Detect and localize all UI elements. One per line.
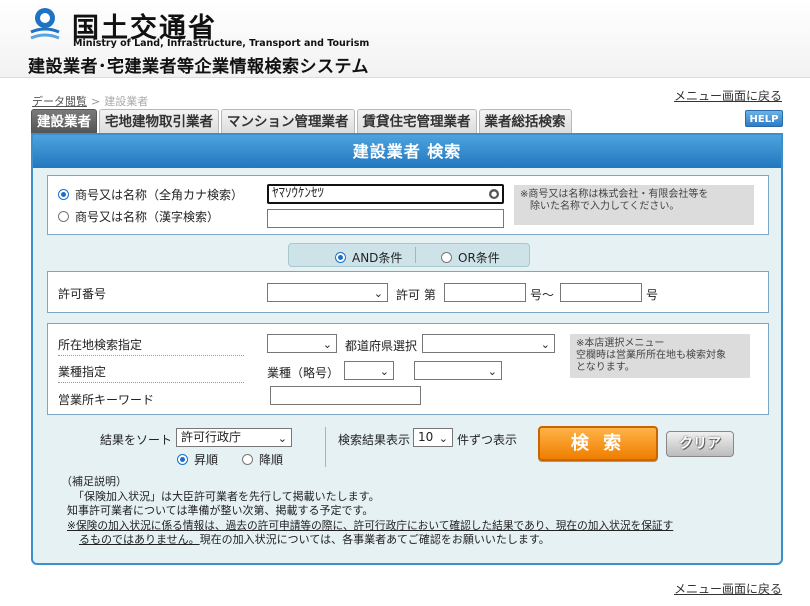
display-suffix: 件ずつ表示 bbox=[457, 433, 518, 447]
tab-rental-housing[interactable]: 賃貸住宅管理業者 bbox=[356, 109, 477, 133]
condition-divider bbox=[415, 247, 416, 263]
kana-name-value: ﾔﾏｿｳｹﾝｾﾂ bbox=[272, 186, 324, 201]
sort-label: 結果をソート bbox=[100, 433, 173, 447]
sort-desc-radio[interactable] bbox=[242, 454, 253, 465]
keyword-input[interactable] bbox=[270, 386, 421, 405]
tab-condo-management[interactable]: マンション管理業者 bbox=[221, 109, 355, 133]
license-authority-select[interactable]: ⌄ bbox=[267, 283, 388, 302]
sort-asc-radio[interactable] bbox=[177, 454, 188, 465]
license-middle: 号～ bbox=[530, 288, 555, 302]
kanji-option[interactable]: 商号又は名称（漢字検索） bbox=[58, 208, 219, 225]
license-from-input[interactable] bbox=[444, 283, 526, 302]
or-label: OR条件 bbox=[458, 251, 500, 265]
tab-real-estate[interactable]: 宅地建物取引業者 bbox=[99, 109, 219, 133]
kanji-option-label: 商号又は名称（漢字検索） bbox=[75, 210, 220, 224]
search-panel: 建設業者 検索 商号又は名称（全角カナ検索） 商号又は名称（漢字検索） ﾔﾏｿｳ… bbox=[31, 133, 783, 565]
prefecture-label: 都道府県選択 bbox=[345, 339, 418, 353]
site-header: 国土交通省 Ministry of Land, Infrastructure, … bbox=[0, 0, 810, 78]
supplementary-notes: （補足説明） 「保険加入状況」は大臣許可業者を先行して掲載いたします。 知事許可… bbox=[61, 475, 673, 548]
chevron-down-icon: ⌄ bbox=[322, 338, 332, 351]
license-prefix: 許可 第 bbox=[396, 288, 436, 302]
name-search-box: 商号又は名称（全角カナ検索） 商号又は名称（漢字検索） ﾔﾏｿｳｹﾝｾﾂ ● ※… bbox=[47, 175, 769, 235]
kana-name-input[interactable]: ﾔﾏｿｳｹﾝｾﾂ ● bbox=[267, 184, 504, 204]
sort-asc-label: 昇順 bbox=[194, 453, 219, 467]
location-divider bbox=[58, 355, 244, 356]
and-option[interactable]: AND条件 bbox=[335, 249, 402, 266]
clear-button[interactable]: クリア bbox=[666, 431, 734, 457]
notes-heading: （補足説明） bbox=[61, 475, 127, 488]
location-note-line3: となります。 bbox=[576, 362, 635, 373]
and-radio[interactable] bbox=[335, 252, 346, 263]
license-label: 許可番号 bbox=[58, 287, 107, 301]
display-count-value: 10 bbox=[418, 430, 434, 444]
chevron-down-icon: ⌄ bbox=[487, 365, 497, 378]
help-button[interactable]: HELP bbox=[745, 110, 783, 127]
location-industry-box: 所在地検索指定 ⌄ 都道府県選択 ⌄ ※本店選択メニュー 空欄時は営業所所在地も… bbox=[47, 323, 769, 415]
industry-abbr-select[interactable]: ⌄ bbox=[344, 361, 394, 380]
sort-select[interactable]: 許可行政庁 ⌄ bbox=[176, 428, 292, 447]
chevron-down-icon: ⌄ bbox=[438, 432, 448, 445]
prefecture-select[interactable]: ⌄ bbox=[422, 334, 555, 353]
tab-combined-search[interactable]: 業者総括検索 bbox=[478, 109, 572, 133]
industry-select[interactable]: ⌄ bbox=[414, 361, 502, 380]
breadcrumb-separator: > bbox=[91, 95, 101, 108]
kanji-name-input[interactable] bbox=[267, 209, 504, 228]
or-option[interactable]: OR条件 bbox=[441, 249, 500, 266]
breadcrumb: データ閲覧 > 建設業者 bbox=[32, 93, 148, 109]
location-note-line2: 空欄時は営業所所在地も検索対象 bbox=[576, 350, 726, 361]
menu-return-link-top[interactable]: メニュー画面に戻る bbox=[674, 87, 782, 104]
license-number-box: 許可番号 ⌄ 許可 第 号～ 号 bbox=[47, 271, 769, 313]
menu-return-link-bottom[interactable]: メニュー画面に戻る bbox=[674, 580, 782, 597]
kana-radio[interactable] bbox=[58, 189, 69, 200]
breadcrumb-current: 建設業者 bbox=[104, 95, 149, 108]
industry-divider bbox=[58, 382, 244, 383]
location-note-line1: ※本店選択メニュー bbox=[576, 338, 665, 349]
location-note: ※本店選択メニュー 空欄時は営業所所在地も検索対象 となります。 bbox=[570, 334, 750, 378]
chevron-down-icon: ⌄ bbox=[540, 338, 550, 351]
tab-construction[interactable]: 建設業者 bbox=[31, 109, 97, 133]
industry-abbr-label: 業種（略号） bbox=[267, 366, 340, 380]
and-label: AND条件 bbox=[352, 251, 403, 265]
notes-line1: 「保険加入状況」は大臣許可業者を先行して掲載いたします。 bbox=[73, 489, 380, 503]
display-count-select[interactable]: 10 ⌄ bbox=[413, 428, 453, 447]
sort-value: 許可行政庁 bbox=[181, 430, 242, 444]
or-radio[interactable] bbox=[441, 252, 452, 263]
name-note-line2: 除いた名称で入力してください。 bbox=[530, 201, 680, 212]
breadcrumb-link-data[interactable]: データ閲覧 bbox=[32, 95, 87, 108]
industry-label: 業種指定 bbox=[58, 365, 107, 379]
notes-line4a: るものではありません。 bbox=[79, 533, 200, 546]
sort-display-divider bbox=[325, 427, 326, 467]
chevron-down-icon: ⌄ bbox=[277, 432, 287, 445]
sort-desc-label: 降順 bbox=[259, 453, 284, 467]
kanji-radio[interactable] bbox=[58, 211, 69, 222]
display-label: 検索結果表示 bbox=[338, 433, 411, 447]
kana-option[interactable]: 商号又は名称（全角カナ検索） bbox=[58, 186, 243, 203]
condition-toggle: AND条件 OR条件 bbox=[288, 243, 530, 267]
ministry-logo-icon bbox=[30, 8, 60, 40]
location-mode-select[interactable]: ⌄ bbox=[267, 334, 337, 353]
keyword-label: 営業所キーワード bbox=[58, 393, 155, 407]
notes-line2: 知事許可業者については準備が整い次第、掲載する予定です。 bbox=[67, 504, 374, 517]
ministry-name-en: Ministry of Land, Infrastructure, Transp… bbox=[73, 38, 370, 49]
sort-desc-option[interactable]: 降順 bbox=[242, 451, 283, 468]
chevron-down-icon: ⌄ bbox=[373, 287, 383, 300]
system-title: 建設業者･宅建業者等企業情報検索システム bbox=[28, 57, 369, 77]
location-label: 所在地検索指定 bbox=[58, 338, 143, 352]
category-tabs: 建設業者 宅地建物取引業者 マンション管理業者 賃貸住宅管理業者 業者総括検索 bbox=[31, 109, 572, 133]
name-note-line1: ※商号又は名称は株式会社・有限会社等を bbox=[520, 189, 709, 200]
license-to-input[interactable] bbox=[560, 283, 642, 302]
panel-title: 建設業者 検索 bbox=[33, 135, 781, 168]
license-suffix: 号 bbox=[646, 288, 659, 302]
name-search-note: ※商号又は名称は株式会社・有限会社等を 除いた名称で入力してください。 bbox=[514, 185, 754, 225]
notes-line3: ※保険の加入状況に係る情報は、過去の許可申請等の際に、許可行政庁において確認した… bbox=[67, 518, 674, 532]
kana-option-label: 商号又は名称（全角カナ検索） bbox=[75, 188, 244, 202]
autofill-key-icon[interactable]: ● bbox=[489, 189, 499, 199]
sort-asc-option[interactable]: 昇順 bbox=[177, 451, 218, 468]
chevron-down-icon: ⌄ bbox=[379, 365, 389, 378]
notes-line4b: 現在の加入状況については、各事業者あてご確認をお願いいたします。 bbox=[199, 533, 550, 546]
search-button[interactable]: 検 索 bbox=[538, 426, 658, 461]
